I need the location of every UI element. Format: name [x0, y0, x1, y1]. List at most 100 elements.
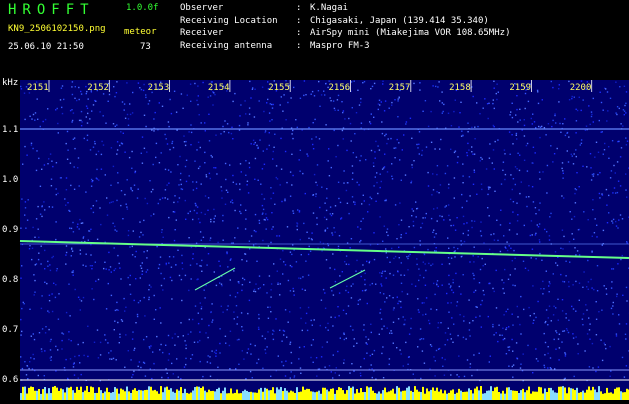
noise-speck	[239, 129, 240, 130]
noise-speck	[303, 95, 304, 96]
noise-speck	[364, 279, 365, 280]
noise-speck	[324, 203, 325, 204]
noise-speck	[604, 149, 605, 150]
noise-speck	[185, 141, 186, 142]
noise-speck	[109, 94, 110, 95]
noise-speck	[379, 100, 380, 101]
noise-speck	[378, 103, 379, 104]
noise-speck	[55, 109, 56, 110]
band-bar	[394, 394, 396, 400]
noise-speck	[448, 283, 449, 284]
noise-speck	[550, 145, 551, 146]
band-bar	[426, 388, 428, 400]
noise-speck	[439, 148, 440, 149]
noise-speck	[329, 81, 330, 82]
noise-speck	[335, 156, 336, 157]
noise-speck	[287, 226, 288, 227]
band-bar	[222, 391, 224, 400]
noise-speck	[93, 104, 94, 105]
noise-speck	[36, 218, 37, 219]
noise-speck	[463, 274, 464, 275]
noise-speck	[273, 263, 274, 264]
noise-speck	[555, 349, 556, 350]
noise-speck	[555, 122, 556, 123]
band-bar	[196, 386, 198, 400]
noise-speck	[381, 275, 382, 276]
noise-speck	[48, 158, 49, 159]
noise-speck	[281, 361, 282, 362]
noise-speck	[528, 270, 529, 271]
noise-speck	[208, 325, 209, 326]
noise-speck	[391, 333, 392, 334]
noise-speck	[172, 337, 173, 338]
band-bar	[328, 391, 330, 400]
noise-speck	[188, 290, 189, 291]
noise-speck	[42, 328, 43, 329]
noise-speck	[403, 365, 404, 366]
noise-speck	[325, 308, 326, 309]
noise-speck	[369, 204, 370, 205]
noise-speck	[115, 268, 116, 269]
noise-speck	[127, 208, 128, 209]
noise-speck	[87, 113, 88, 114]
noise-speck	[171, 113, 172, 114]
noise-speck	[422, 111, 423, 112]
noise-speck	[326, 188, 327, 189]
noise-speck	[572, 284, 573, 285]
noise-speck	[477, 126, 478, 127]
noise-speck	[488, 188, 489, 189]
noise-speck	[116, 309, 117, 310]
noise-speck	[418, 268, 419, 269]
noise-speck	[73, 363, 74, 364]
noise-speck	[609, 346, 610, 347]
noise-speck	[617, 263, 618, 264]
noise-speck	[425, 100, 426, 101]
noise-speck	[213, 167, 214, 168]
noise-speck	[129, 157, 130, 158]
noise-speck	[375, 158, 376, 159]
noise-speck	[602, 131, 603, 132]
noise-speck	[473, 96, 474, 97]
noise-speck	[260, 287, 261, 288]
noise-speck	[497, 139, 498, 140]
noise-speck	[389, 333, 390, 334]
noise-speck	[239, 115, 240, 116]
noise-speck	[485, 264, 486, 265]
noise-speck	[547, 353, 548, 354]
noise-speck	[552, 120, 553, 121]
noise-speck	[67, 202, 68, 203]
noise-speck	[242, 330, 243, 331]
noise-speck	[428, 320, 429, 321]
noise-speck	[61, 348, 62, 349]
band-bar	[46, 393, 48, 400]
noise-speck	[462, 207, 463, 208]
noise-speck	[79, 120, 80, 121]
band-bar	[274, 393, 276, 400]
noise-speck	[572, 155, 573, 156]
time-tick-label: 2200	[570, 83, 592, 93]
noise-speck	[436, 284, 437, 285]
noise-speck	[612, 305, 613, 306]
noise-speck	[344, 359, 345, 360]
noise-speck	[222, 215, 223, 216]
noise-speck	[108, 101, 109, 102]
noise-speck	[352, 172, 353, 173]
noise-speck	[247, 124, 248, 125]
noise-speck	[148, 289, 149, 290]
noise-speck	[108, 252, 109, 253]
noise-speck	[445, 173, 446, 174]
noise-speck	[133, 350, 134, 351]
noise-speck	[454, 152, 455, 153]
band-bar	[72, 390, 74, 400]
noise-speck	[214, 271, 215, 272]
band-bar	[294, 393, 296, 400]
noise-speck	[573, 163, 574, 164]
band-bar	[398, 388, 400, 400]
band-bar	[476, 387, 478, 400]
noise-speck	[435, 233, 436, 234]
noise-speck	[324, 367, 325, 368]
noise-speck	[169, 149, 170, 150]
band-bar	[300, 392, 302, 400]
noise-speck	[286, 337, 287, 338]
noise-speck	[533, 201, 534, 202]
